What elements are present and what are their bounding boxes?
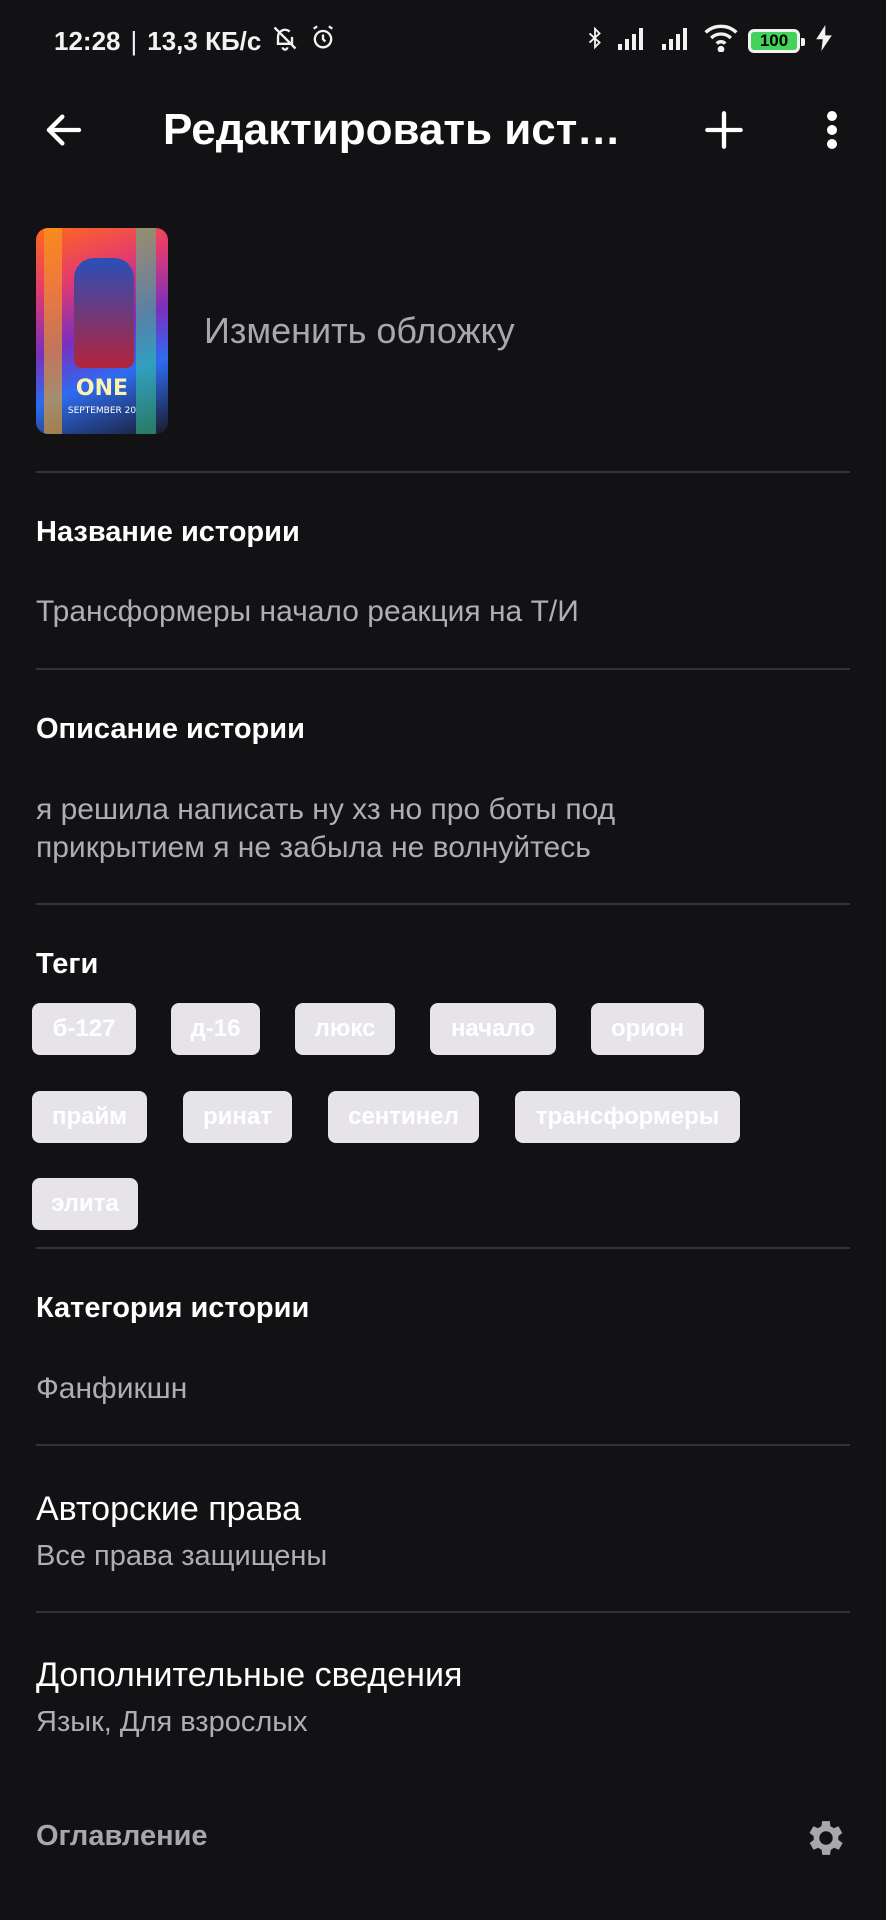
status-separator: | xyxy=(130,25,138,56)
charging-icon xyxy=(816,24,832,58)
muted-bell-icon xyxy=(271,24,299,59)
alarm-icon xyxy=(309,24,337,59)
app-bar: Редактировать исто... xyxy=(0,82,886,178)
toc-label: Оглавление xyxy=(36,1820,208,1852)
story-description-field[interactable]: я решила написать ну хз но про боты под … xyxy=(36,791,726,867)
tag-chip[interactable]: сентинел xyxy=(328,1091,479,1143)
story-title-label: Название истории xyxy=(36,516,300,548)
bluetooth-icon xyxy=(584,23,606,60)
divider xyxy=(36,471,850,473)
add-button[interactable] xyxy=(698,102,750,158)
back-button[interactable] xyxy=(38,104,90,156)
extra-info-label: Дополнительные сведения xyxy=(36,1656,463,1694)
cover-logo: ONE xyxy=(75,376,129,401)
story-description-label: Описание истории xyxy=(36,713,305,745)
status-time: 12:28 xyxy=(54,25,121,56)
gear-icon xyxy=(809,1821,843,1855)
more-vertical-icon xyxy=(827,111,837,149)
tag-chip[interactable]: б-127 xyxy=(32,1003,136,1055)
battery-indicator: 100 xyxy=(748,29,805,53)
category-label: Категория истории xyxy=(36,1292,310,1324)
copyright-value: Все права защищены xyxy=(36,1540,328,1572)
tag-chip[interactable]: трансформеры xyxy=(515,1091,740,1143)
cover-figure xyxy=(74,258,134,368)
cover-caption: SEPTEMBER 20 xyxy=(67,406,137,416)
tag-chip[interactable]: начало xyxy=(430,1003,556,1055)
tags-label: Теги xyxy=(36,948,99,980)
plus-icon xyxy=(705,111,743,149)
cover-image[interactable]: ONE SEPTEMBER 20 xyxy=(36,228,168,434)
divider xyxy=(36,1611,850,1613)
extra-info-value: Язык, Для взрослых xyxy=(36,1706,308,1738)
tag-chip[interactable]: ринат xyxy=(183,1091,292,1143)
tag-chip[interactable]: д-16 xyxy=(171,1003,260,1055)
signal-icon-2 xyxy=(660,26,694,57)
more-options-button[interactable] xyxy=(810,102,854,158)
status-bar: 12:28 | 13,3 КБ/с 100 xyxy=(0,0,886,82)
page-title: Редактировать исто... xyxy=(163,105,633,154)
wifi-icon xyxy=(704,24,738,59)
tag-chip[interactable]: элита xyxy=(32,1178,138,1230)
divider xyxy=(36,903,850,905)
cover-stripe xyxy=(136,228,156,434)
arrow-left-icon xyxy=(46,114,82,146)
divider xyxy=(36,1247,850,1249)
tag-chip[interactable]: прайм xyxy=(32,1091,147,1143)
tag-chip[interactable]: люкс xyxy=(295,1003,395,1055)
toc-settings-button[interactable] xyxy=(800,1812,852,1864)
cover-stripe xyxy=(44,228,62,434)
story-title-field[interactable]: Трансформеры начало реакция на Т/И xyxy=(36,593,816,631)
signal-icon xyxy=(616,26,650,57)
divider xyxy=(36,1444,850,1446)
copyright-label: Авторские права xyxy=(36,1490,302,1528)
change-cover-link[interactable]: Изменить обложку xyxy=(204,310,515,352)
category-field[interactable]: Фанфикшн xyxy=(36,1370,816,1408)
divider xyxy=(36,668,850,670)
tag-chip[interactable]: орион xyxy=(591,1003,704,1055)
network-speed: 13,3 КБ/с xyxy=(147,25,262,56)
